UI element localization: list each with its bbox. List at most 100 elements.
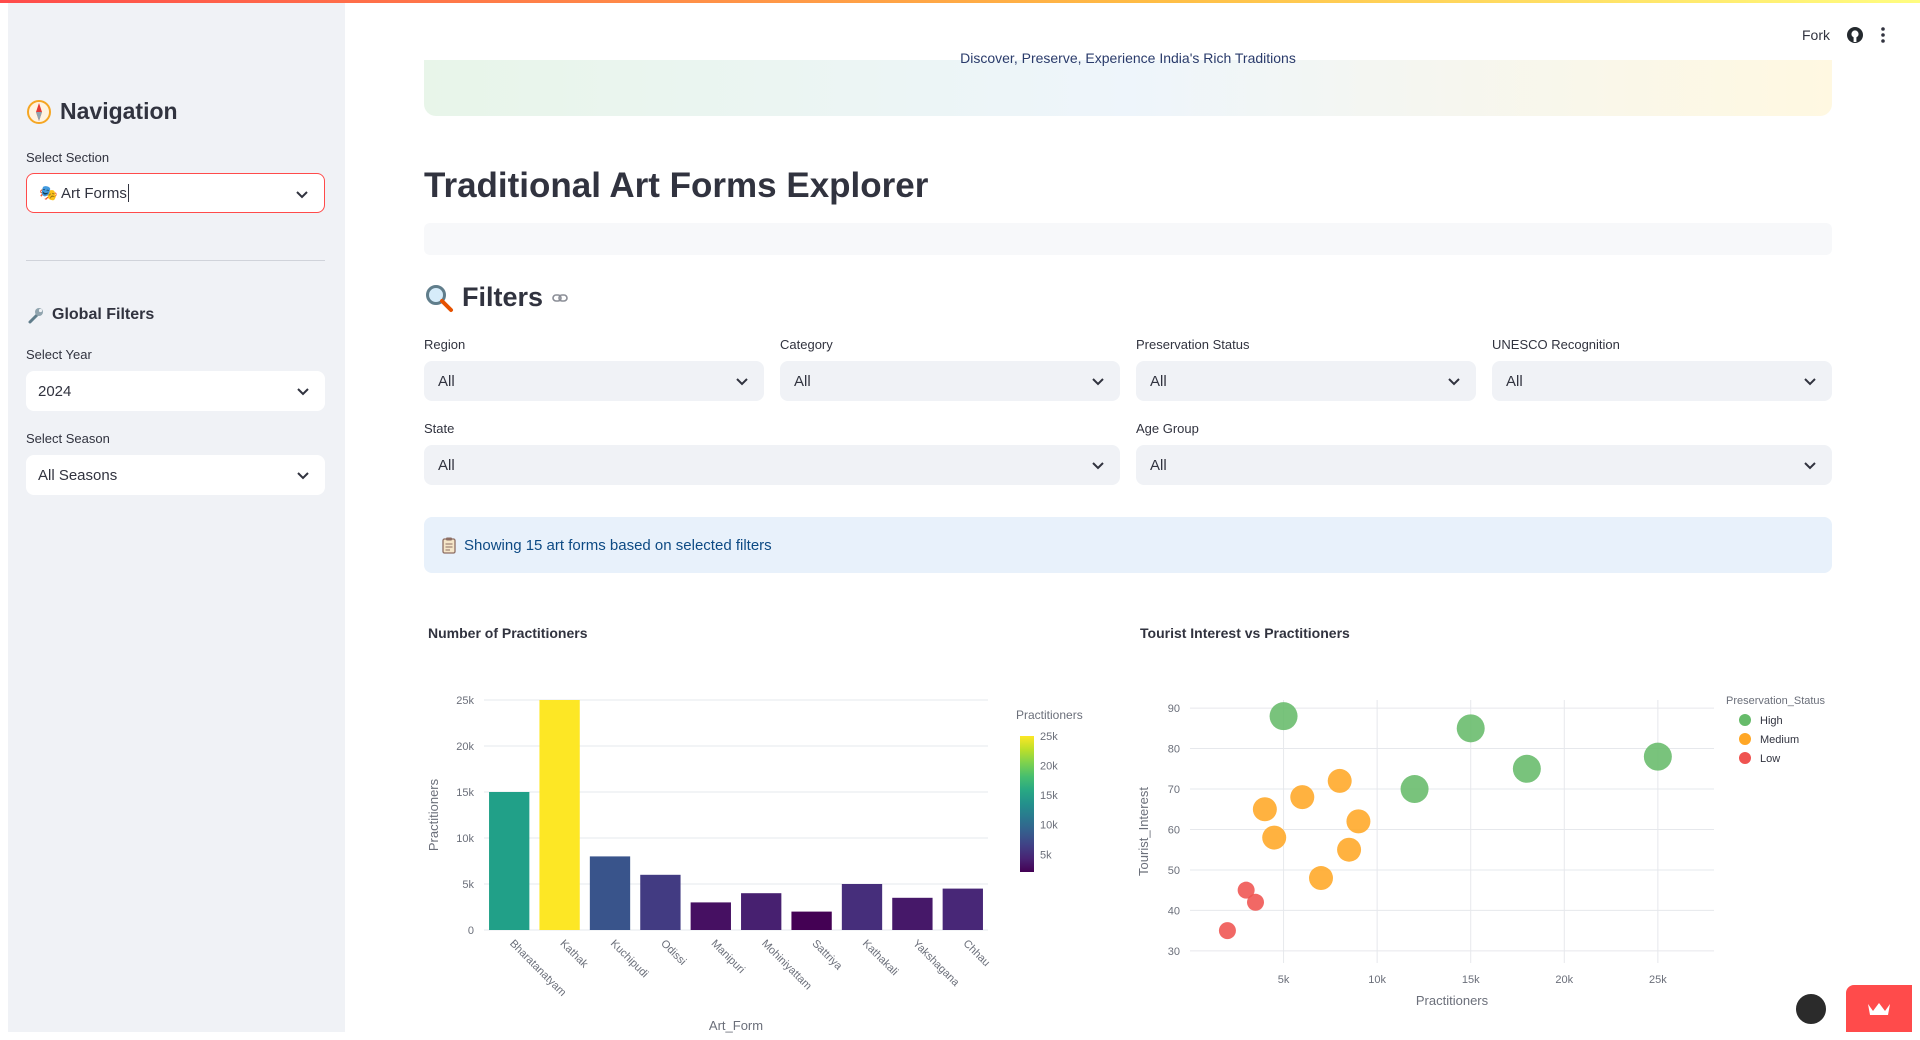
year-select-value: 2024 <box>38 382 72 400</box>
app-header-actions: Fork <box>1802 26 1886 44</box>
bar-odissi[interactable] <box>640 874 681 930</box>
magnifier-icon <box>426 284 453 312</box>
y-tick-label: 25k <box>456 695 474 707</box>
point-high[interactable] <box>1456 714 1485 743</box>
chevron-down-icon <box>736 378 748 386</box>
point-medium[interactable] <box>1346 809 1371 834</box>
filters-heading: Filters <box>424 282 569 313</box>
info-alert: Showing 15 art forms based on selected f… <box>424 517 1832 573</box>
y-tick-label: 90 <box>1168 703 1180 715</box>
hero-banner: Discover, Preserve, Experience India's R… <box>424 50 1832 116</box>
point-medium[interactable] <box>1252 797 1277 822</box>
global-filters-title: Global Filters <box>26 305 154 325</box>
y-axis-title: Practitioners <box>426 778 441 851</box>
bar-kathak[interactable] <box>539 700 580 930</box>
point-medium[interactable] <box>1327 768 1352 793</box>
unesco-select[interactable]: All <box>1492 361 1832 401</box>
unesco-label: UNESCO Recognition <box>1492 337 1620 352</box>
y-axis-title: Tourist_Interest <box>1136 787 1151 876</box>
chevron-down-icon <box>297 472 309 480</box>
more-menu-icon[interactable] <box>1880 26 1886 44</box>
x-tick-label: Manipuri <box>709 938 747 976</box>
legend-label[interactable]: Low <box>1760 753 1780 765</box>
bar-kathakali[interactable] <box>841 884 883 930</box>
age-group-select[interactable]: All <box>1136 445 1832 485</box>
legend-title: Preservation_Status <box>1726 695 1826 707</box>
colorbar-title: Practitioners <box>1016 708 1083 722</box>
legend-label[interactable]: High <box>1760 715 1783 727</box>
chevron-down-icon <box>1804 378 1816 386</box>
point-medium[interactable] <box>1262 825 1287 850</box>
tourist-interest-scatter-chart[interactable]: 30 40 50 60 70 80 90 5k 10k 15k 20k 25k Practitioner… <box>1136 660 1836 1036</box>
x-axis-title: Practitioners <box>1416 993 1489 1008</box>
bar-chhau[interactable] <box>942 888 983 930</box>
colorbar-tick-label: 15k <box>1040 790 1058 802</box>
point-low[interactable] <box>1247 893 1264 911</box>
bar-sattriya[interactable] <box>791 911 832 930</box>
user-avatar[interactable] <box>1794 992 1828 1026</box>
practitioners-bar-chart[interactable]: 05k10k15k20k25kBharatanatyamKathak Kuchip… <box>424 660 1100 1036</box>
colorbar-tick-label: 25k <box>1040 731 1058 743</box>
legend-label[interactable]: Medium <box>1760 734 1799 746</box>
y-tick-label: 15k <box>456 787 474 799</box>
x-tick-label: 25k <box>1649 974 1667 986</box>
preservation-status-label: Preservation Status <box>1136 337 1250 352</box>
x-tick-label: Chhau <box>961 938 992 969</box>
bar-bharatanatyam[interactable] <box>489 792 530 930</box>
point-medium[interactable] <box>1290 785 1315 810</box>
chevron-down-icon <box>296 191 308 199</box>
github-icon[interactable] <box>1846 26 1864 44</box>
y-tick-label: 10k <box>456 833 474 845</box>
point-high[interactable] <box>1269 702 1298 731</box>
preservation-status-select[interactable]: All <box>1136 361 1476 401</box>
global-filters-text: Global Filters <box>52 306 155 323</box>
streamlit-badge[interactable] <box>1846 985 1912 1032</box>
x-tick-label: Kathak <box>557 938 590 971</box>
point-medium[interactable] <box>1309 866 1333 891</box>
point-high[interactable] <box>1643 742 1672 771</box>
region-select-value: All <box>438 372 455 390</box>
y-tick-label: 30 <box>1168 946 1180 958</box>
x-tick-label: Odissi <box>658 938 688 968</box>
colorbar-tick-label: 20k <box>1040 761 1058 773</box>
y-tick-label: 20k <box>456 741 474 753</box>
page-title: Traditional Art Forms Explorer <box>424 166 929 205</box>
x-tick-label: 10k <box>1368 974 1386 986</box>
point-high[interactable] <box>1400 775 1429 804</box>
season-select[interactable]: All Seasons <box>26 455 325 495</box>
legend-swatch[interactable] <box>1739 714 1751 726</box>
sidebar: Navigation Select Section 🎭 Art Forms Gl… <box>8 0 345 1032</box>
state-select[interactable]: All <box>424 445 1120 485</box>
link-anchor-icon[interactable] <box>551 289 569 307</box>
x-tick-label: Sattriya <box>809 938 844 973</box>
legend-swatch[interactable] <box>1739 752 1751 764</box>
wrench-icon <box>28 308 43 324</box>
y-tick-label: 80 <box>1168 744 1180 756</box>
year-select[interactable]: 2024 <box>26 371 325 411</box>
point-high[interactable] <box>1512 754 1541 783</box>
point-medium[interactable] <box>1337 837 1362 862</box>
category-select[interactable]: All <box>780 361 1120 401</box>
colorbar-tick-label: 10k <box>1040 820 1058 832</box>
bar-mohiniyattam[interactable] <box>741 893 782 930</box>
season-select-value: All Seasons <box>38 466 118 484</box>
sidebar-nav-title: Navigation <box>26 98 178 125</box>
region-select[interactable]: All <box>424 361 764 401</box>
preservation-select-value: All <box>1150 372 1167 390</box>
legend-swatch[interactable] <box>1739 733 1751 745</box>
chevron-down-icon <box>1804 462 1816 470</box>
point-low[interactable] <box>1218 922 1236 940</box>
unesco-select-value: All <box>1506 372 1523 390</box>
bar-yakshagana[interactable] <box>892 897 933 930</box>
section-select-value: 🎭 Art Forms <box>39 185 127 202</box>
chevron-down-icon <box>297 388 309 396</box>
fork-link[interactable]: Fork <box>1802 27 1830 43</box>
section-select[interactable]: 🎭 Art Forms <box>26 173 325 213</box>
nav-title-text: Navigation <box>60 98 178 124</box>
scatter-chart-title: Tourist Interest vs Practitioners <box>1140 625 1350 641</box>
bar-kuchipudi[interactable] <box>589 856 631 930</box>
y-tick-label: 5k <box>462 879 474 891</box>
y-tick-label: 70 <box>1168 784 1180 796</box>
bar-manipuri[interactable] <box>690 902 731 930</box>
crown-icon <box>1868 1002 1890 1015</box>
